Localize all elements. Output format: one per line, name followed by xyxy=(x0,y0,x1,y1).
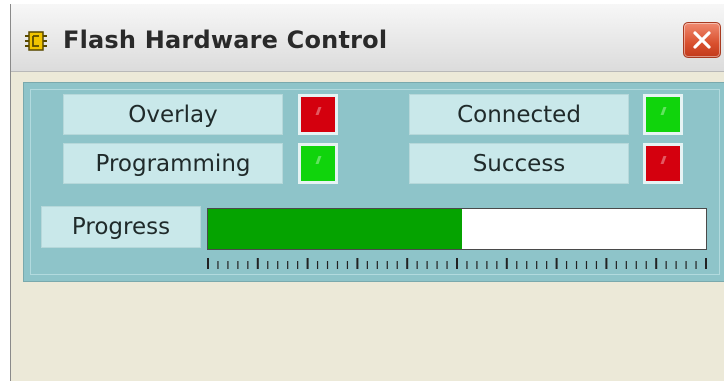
status-panel: Overlay Programming Connected Success Pr… xyxy=(23,82,724,282)
chip-icon xyxy=(25,31,47,51)
success-label: Success xyxy=(409,143,629,184)
progress-bar-fill xyxy=(208,209,462,249)
progress-bar xyxy=(207,208,707,250)
success-indicator xyxy=(643,143,683,184)
programming-label: Programming xyxy=(63,143,283,184)
overlay-indicator xyxy=(298,94,338,135)
progress-label: Progress xyxy=(41,206,201,248)
progress-scale-ticks xyxy=(207,257,707,271)
connected-label: Connected xyxy=(409,94,629,135)
connected-indicator xyxy=(643,94,683,135)
programming-indicator xyxy=(298,143,338,184)
close-x-icon xyxy=(693,31,711,49)
close-button[interactable] xyxy=(683,22,721,58)
window-title: Flash Hardware Control xyxy=(63,26,388,54)
flash-hardware-control-window: Flash Hardware Control Overlay Programmi… xyxy=(10,4,724,381)
overlay-label: Overlay xyxy=(63,94,283,135)
title-bar[interactable]: Flash Hardware Control xyxy=(11,4,724,72)
